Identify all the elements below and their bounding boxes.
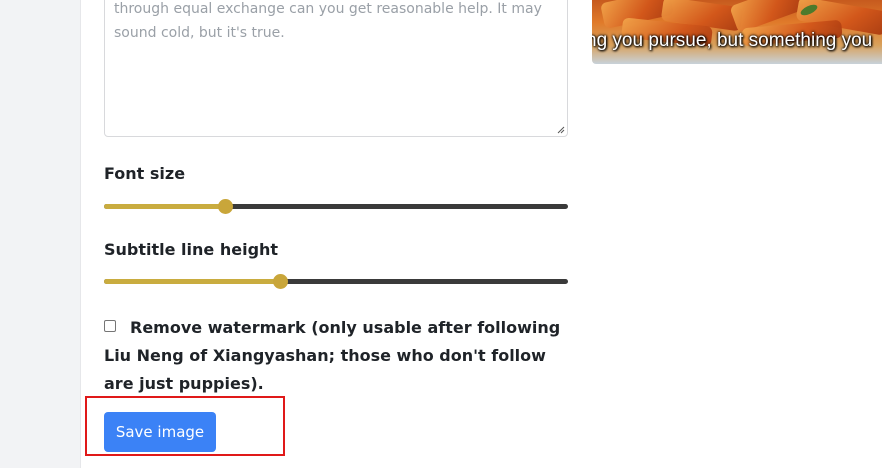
resize-grip-icon[interactable] xyxy=(557,126,565,134)
subtitle-text-area[interactable]: through equal exchange can you get reaso… xyxy=(104,0,568,137)
slider-fill xyxy=(104,279,281,284)
remove-watermark-label: Remove watermark (only usable after foll… xyxy=(104,318,561,393)
subtitle-preview-text: ng you pursue, but something you xyxy=(592,30,873,51)
slider-fill xyxy=(104,204,225,209)
preview-area xyxy=(592,0,882,468)
preview-image: ng you pursue, but something you xyxy=(592,0,882,64)
text-line: sound cold, but it's true. xyxy=(114,25,285,41)
font-size-label: Font size xyxy=(104,164,186,183)
line-height-label: Subtitle line height xyxy=(104,240,279,259)
slider-thumb[interactable] xyxy=(273,274,289,289)
line-height-slider[interactable] xyxy=(104,273,568,289)
font-size-slider[interactable] xyxy=(104,198,568,214)
slider-thumb[interactable] xyxy=(217,199,233,214)
highlight-box xyxy=(85,396,285,456)
text-line: through equal exchange can you get reaso… xyxy=(114,1,542,17)
